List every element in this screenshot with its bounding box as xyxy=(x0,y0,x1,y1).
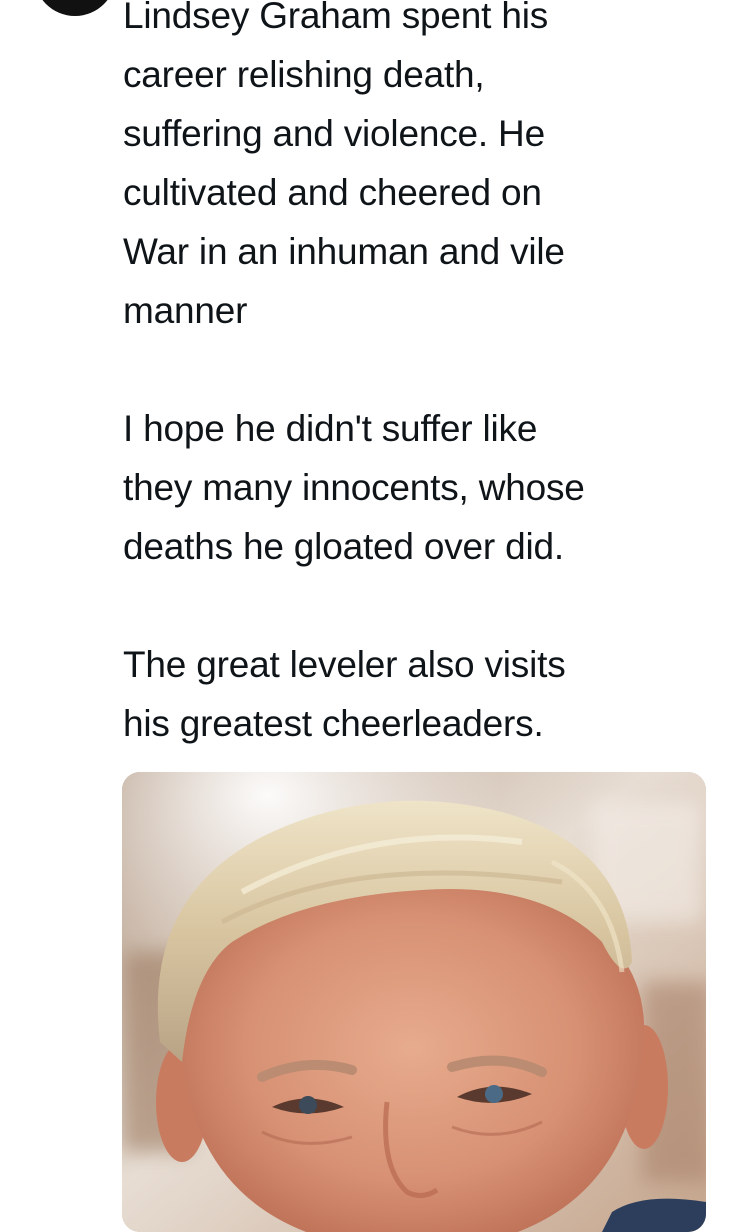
tweet-photo[interactable] xyxy=(122,772,706,1232)
tweet-paragraph-1: Lindsey Graham spent his career relishin… xyxy=(123,0,565,331)
tweet-paragraph-2: I hope he didn't suffer like they many i… xyxy=(123,408,585,567)
tweet-paragraph-3: The great leveler also visits his greate… xyxy=(123,644,566,744)
tweet-body: Lindsey Graham spent his career relishin… xyxy=(123,0,713,753)
portrait-photo-icon xyxy=(122,772,706,1232)
author-avatar[interactable] xyxy=(34,0,116,16)
